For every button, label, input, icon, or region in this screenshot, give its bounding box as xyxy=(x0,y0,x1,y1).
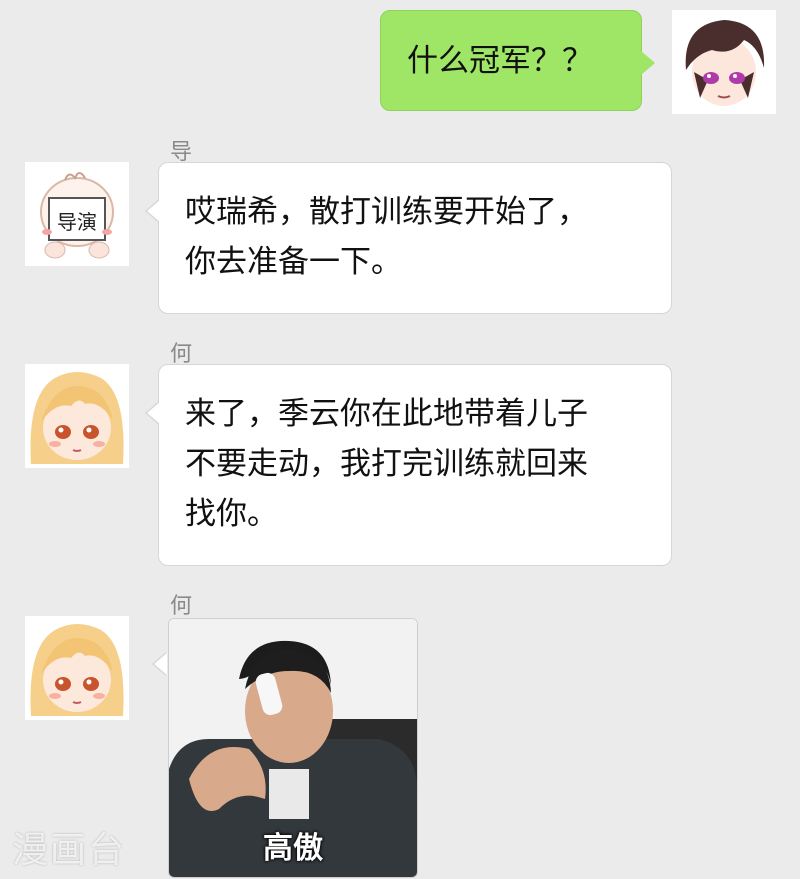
girl-avatar[interactable] xyxy=(25,616,129,720)
girl-avatar-icon xyxy=(25,364,129,468)
girl-avatar[interactable] xyxy=(25,364,129,468)
boy-avatar-icon xyxy=(672,10,776,114)
image-bubble-arrow xyxy=(152,616,168,676)
watermark: 漫画台 xyxy=(12,830,127,871)
message-text: 找你。 xyxy=(185,496,278,532)
message-text: 什么冠军？？ xyxy=(407,43,593,79)
director-avatar[interactable]: 导演 xyxy=(25,162,129,266)
message-text: 不要走动，我打完训练就回来 xyxy=(185,446,588,482)
message-text: 来了，季云你在此地带着儿子 xyxy=(185,396,588,432)
director-sign-text: 导演 xyxy=(57,210,97,234)
image-caption: 高傲 xyxy=(263,831,323,866)
message-text: 哎瑞希，散打训练要开始了， xyxy=(185,194,588,230)
outgoing-bubble[interactable]: 什么冠军？？ xyxy=(380,10,655,111)
image-message[interactable]: 高傲 xyxy=(168,618,418,878)
girl-avatar-icon xyxy=(25,616,129,720)
incoming-bubble[interactable]: 哎瑞希，散打训练要开始了， 你去准备一下。 xyxy=(145,162,672,314)
message-text: 你去准备一下。 xyxy=(185,244,402,280)
incoming-bubble[interactable]: 来了，季云你在此地带着儿子 不要走动，我打完训练就回来 找你。 xyxy=(145,364,672,566)
boy-avatar[interactable] xyxy=(672,10,776,114)
